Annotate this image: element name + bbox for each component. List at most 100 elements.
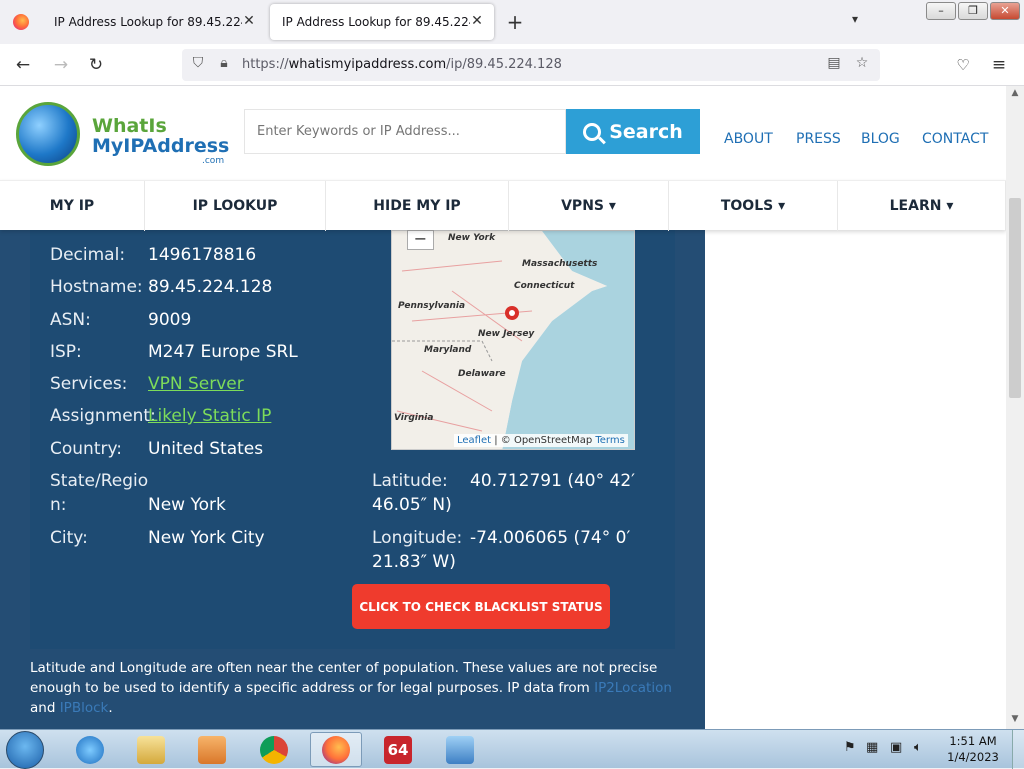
url-bar[interactable]: ⛉ 🔒︎ https://whatismyipaddress.com/ip/89…	[182, 49, 880, 81]
nav-my-ip[interactable]: MY IP	[0, 181, 145, 231]
site-header: WhatIs MyIPAddress .com Search ABOUT PRE…	[0, 86, 1006, 181]
show-desktop-button[interactable]	[1012, 730, 1024, 769]
services-link[interactable]: VPN Server	[148, 372, 244, 396]
tray-app-icon[interactable]: ▦	[866, 740, 878, 755]
forward-icon[interactable]: →	[48, 52, 74, 78]
bookmark-star-icon[interactable]: ☆	[852, 55, 872, 71]
start-button[interactable]	[6, 731, 44, 769]
map-label: Delaware	[458, 369, 506, 379]
site-logo[interactable]: WhatIs MyIPAddress .com	[16, 102, 230, 168]
decimal-value: 1496178816	[148, 245, 257, 265]
map-label: Maryland	[424, 345, 472, 355]
pocket-icon[interactable]: ♡	[950, 52, 976, 78]
map-label: Massachusetts	[522, 259, 598, 269]
location-map[interactable]: New York Massachusetts Connecticut Penns…	[391, 230, 635, 450]
map-zoom-out-button[interactable]: −	[407, 230, 434, 250]
windows-taskbar: 64 ⚑ ▦ ▣ 🔈︎ 1:51 AM 1/4/2023	[0, 729, 1024, 769]
close-window-button[interactable]: ✕	[990, 2, 1020, 20]
nav-tools[interactable]: TOOLS ▾	[669, 181, 838, 231]
restore-button[interactable]: ❐	[958, 2, 988, 20]
note-and: and	[30, 700, 60, 716]
nav-learn[interactable]: LEARN ▾	[838, 181, 1006, 231]
terms-link[interactable]: Terms	[595, 435, 624, 446]
hamburger-menu-icon[interactable]: ≡	[986, 52, 1012, 78]
control-panel-icon	[446, 735, 474, 764]
leaflet-link[interactable]: Leaflet	[457, 435, 491, 446]
note-end: .	[108, 700, 113, 716]
url-text[interactable]: https://whatismyipaddress.com/ip/89.45.2…	[242, 57, 562, 72]
tracking-shield-icon[interactable]: ⛉	[188, 55, 208, 71]
tab-title: IP Address Lookup for 89.45.224.128	[282, 15, 470, 29]
tab-bar: IP Address Lookup for 89.45.224.128 ✕ IP…	[0, 0, 1024, 44]
tab-2-active[interactable]: IP Address Lookup for 89.45.224.128 ✕	[270, 4, 494, 40]
tab-list-chevron-icon[interactable]: ▾	[852, 12, 858, 26]
latitude-value-wrap: 46.05″ N)	[372, 495, 452, 515]
scroll-down-icon[interactable]: ▼	[1006, 714, 1024, 724]
nav-blog-link[interactable]: BLOG	[861, 131, 900, 147]
taskbar-control-panel[interactable]	[434, 732, 486, 767]
hostname-label: Hostname:	[50, 277, 143, 297]
country-label: Country:	[50, 439, 123, 459]
taskbar-firefox[interactable]	[310, 732, 362, 767]
minimize-button[interactable]: –	[926, 2, 956, 20]
firefox-menu-button[interactable]	[0, 0, 42, 44]
nav-vpns[interactable]: VPNS ▾	[509, 181, 669, 231]
check-blacklist-button[interactable]: CLICK TO CHECK BLACKLIST STATUS	[352, 584, 610, 629]
nav-contact-link[interactable]: CONTACT	[922, 131, 988, 147]
nav-press-link[interactable]: PRESS	[796, 131, 841, 147]
longitude-value-wrap: 21.83″ W)	[372, 552, 456, 572]
taskbar-media-player[interactable]	[186, 732, 238, 767]
decimal-label: Decimal:	[50, 245, 126, 265]
assignment-label: Assignment:	[50, 406, 156, 426]
nav-about-link[interactable]: ABOUT	[724, 131, 773, 147]
taskbar-file-explorer[interactable]	[125, 732, 177, 767]
back-icon[interactable]: ←	[10, 52, 36, 78]
assignment-link[interactable]: Likely Static IP	[148, 404, 271, 428]
ip2location-link[interactable]: IP2Location	[594, 680, 672, 696]
sidebar-area	[705, 230, 1006, 729]
search-input[interactable]	[244, 109, 566, 154]
map-label: Connecticut	[514, 281, 575, 291]
taskbar-chrome[interactable]	[248, 732, 300, 767]
web-page: WhatIs MyIPAddress .com Search ABOUT PRE…	[0, 86, 1006, 729]
chrome-icon	[260, 735, 288, 764]
services-label: Services:	[50, 374, 128, 394]
scrollbar-thumb[interactable]	[1009, 198, 1021, 398]
close-tab-icon[interactable]: ✕	[468, 13, 486, 29]
map-attribution: Leaflet | © OpenStreetMap Terms	[454, 434, 628, 447]
system-clock[interactable]: 1:51 AM 1/4/2023	[944, 733, 1002, 765]
search-button[interactable]: Search	[566, 109, 700, 154]
scroll-up-icon[interactable]: ▲	[1006, 88, 1024, 98]
ie-icon	[76, 735, 104, 764]
url-domain: whatismyipaddress.com	[288, 57, 447, 72]
map-label: Pennsylvania	[398, 301, 466, 311]
new-tab-icon[interactable]: +	[504, 10, 526, 34]
map-label: Virginia	[394, 413, 434, 423]
navigation-toolbar: ← → ↻ ⛉ 🔒︎ https://whatismyipaddress.com…	[0, 44, 1024, 86]
media-player-icon	[198, 735, 226, 764]
reload-icon[interactable]: ↻	[83, 52, 109, 78]
city-value: New York City	[148, 528, 265, 548]
network-icon[interactable]: ▣	[890, 740, 902, 755]
logo-text-myipaddress: MyIPAddress	[92, 135, 230, 157]
action-center-flag-icon[interactable]: ⚑	[844, 740, 856, 755]
logo-text-com: .com	[202, 156, 225, 166]
attribution-text: | © OpenStreetMap	[491, 435, 596, 446]
close-tab-icon[interactable]: ✕	[240, 13, 258, 29]
volume-icon[interactable]: 🔈︎	[914, 740, 922, 755]
nav-hide-my-ip[interactable]: HIDE MY IP	[326, 181, 509, 231]
page-scrollbar[interactable]: ▲ ▼	[1006, 86, 1024, 729]
firefox-icon	[13, 14, 29, 30]
lock-icon[interactable]: 🔒︎	[214, 55, 234, 71]
map-label: New York	[448, 233, 496, 243]
taskbar-internet-explorer[interactable]	[64, 732, 116, 767]
city-label: City:	[50, 528, 88, 548]
map-label: New Jersey	[478, 329, 535, 339]
reader-view-icon[interactable]: ▤	[824, 55, 844, 71]
taskbar-app-64[interactable]: 64	[372, 732, 424, 767]
nav-ip-lookup[interactable]: IP LOOKUP	[145, 181, 326, 231]
tab-1[interactable]: IP Address Lookup for 89.45.224.128 ✕	[42, 4, 266, 40]
state-label: State/Regio	[50, 471, 149, 491]
longitude-value: -74.006065 (74° 0′	[470, 528, 631, 548]
ipblock-link[interactable]: IPBlock	[60, 700, 109, 716]
